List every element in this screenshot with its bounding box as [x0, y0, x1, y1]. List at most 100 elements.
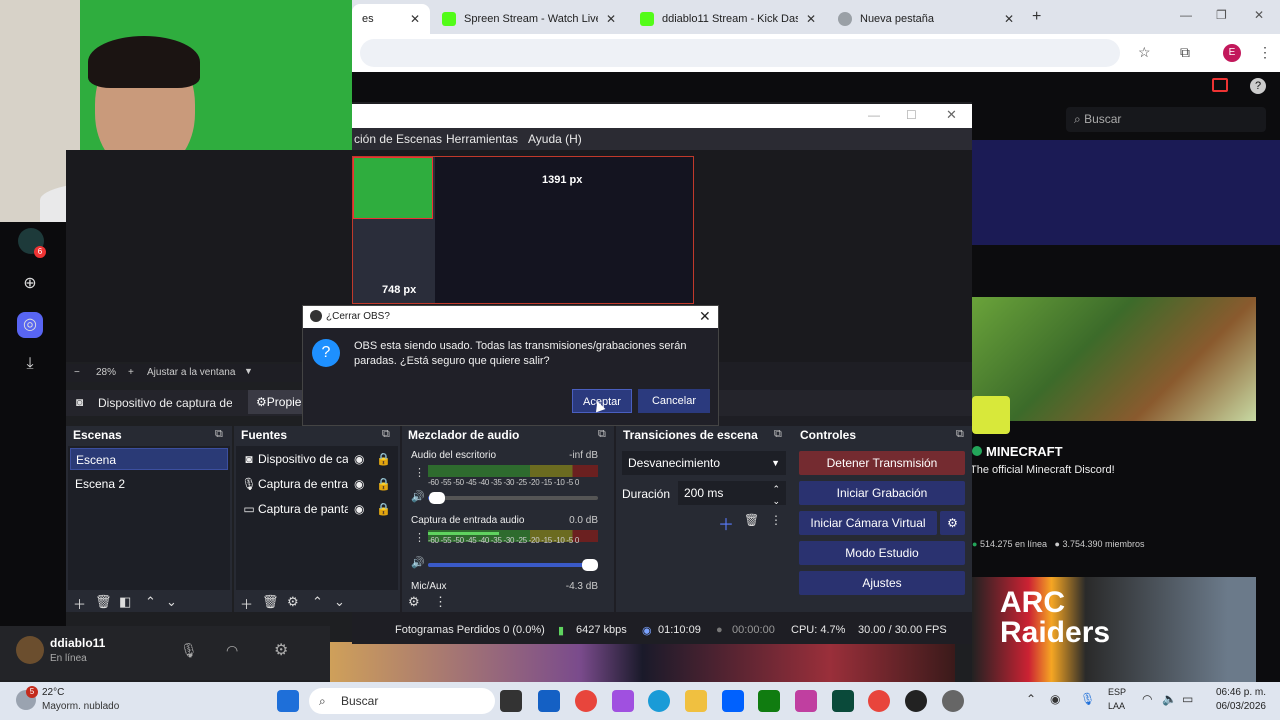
cast-icon[interactable]: [1212, 78, 1228, 92]
dropbox-icon[interactable]: [722, 690, 744, 712]
help-icon[interactable]: ?: [1250, 78, 1266, 94]
obs-minimize-icon[interactable]: —: [868, 108, 880, 122]
chrome-icon[interactable]: [575, 690, 597, 712]
community-name[interactable]: MINECRAFT: [986, 444, 1063, 459]
tab-close-icon[interactable]: ✕: [806, 12, 816, 26]
scene-filters-icon[interactable]: ◧: [119, 594, 131, 610]
move-down-icon[interactable]: ⌄: [166, 594, 177, 610]
chevron-down-icon[interactable]: ▼: [244, 366, 253, 376]
preview-webcam-source[interactable]: [353, 157, 433, 219]
tab-close-icon[interactable]: ✕: [410, 12, 420, 26]
speaker-icon[interactable]: 🔊: [411, 556, 425, 569]
zoom-in-button[interactable]: +: [128, 367, 134, 378]
tray-app-icon[interactable]: ◉: [1050, 692, 1060, 706]
windows-start-icon[interactable]: [277, 690, 299, 712]
start-virtual-camera-button[interactable]: Iniciar Cámara Virtual: [799, 511, 937, 535]
undock-icon[interactable]: ⧉: [382, 428, 390, 441]
cancel-button[interactable]: Cancelar: [638, 389, 710, 413]
remove-transition-icon[interactable]: 🗑: [744, 513, 759, 527]
minecraft-cover-image[interactable]: [972, 297, 1256, 421]
edge-icon[interactable]: [648, 690, 670, 712]
bookmark-star-icon[interactable]: ☆: [1138, 44, 1151, 61]
xbox-icon[interactable]: [758, 690, 780, 712]
app-icon[interactable]: [832, 690, 854, 712]
undock-icon[interactable]: ⧉: [956, 428, 964, 441]
scene-item[interactable]: Escena 2: [70, 473, 228, 495]
visibility-eye-icon[interactable]: ◉: [354, 498, 364, 520]
copilot-icon[interactable]: [612, 690, 634, 712]
add-transition-icon[interactable]: ＋: [718, 511, 734, 535]
obs-close-icon[interactable]: ✕: [946, 107, 957, 123]
obs-preview-canvas[interactable]: [352, 156, 694, 304]
menu-tools[interactable]: Herramientas: [446, 132, 518, 146]
stream-thumbnails[interactable]: [330, 642, 955, 682]
undock-icon[interactable]: ⧉: [598, 428, 606, 441]
lock-icon[interactable]: 🔒: [376, 498, 391, 520]
scene-item[interactable]: Escena: [70, 448, 228, 470]
clock-time[interactable]: 06:46 p. m.: [1214, 687, 1266, 698]
taskbar-search[interactable]: ⌕ Buscar: [309, 688, 495, 714]
add-scene-icon[interactable]: ＋: [73, 594, 86, 613]
store-icon[interactable]: [538, 690, 560, 712]
close-window-icon[interactable]: ✕: [1254, 8, 1264, 22]
obs-icon[interactable]: [905, 690, 927, 712]
channel-menu-icon[interactable]: ⋮: [414, 531, 425, 544]
start-recording-button[interactable]: Iniciar Grabación: [799, 481, 965, 505]
source-item[interactable]: ◙ Dispositivo de cap ◉ 🔒: [240, 448, 395, 470]
studio-mode-button[interactable]: Modo Estudio: [799, 541, 965, 565]
stop-streaming-button[interactable]: Detener Transmisión: [799, 451, 965, 475]
tab-close-icon[interactable]: ✕: [606, 12, 616, 26]
browser-tab-active[interactable]: es ✕: [352, 4, 430, 34]
transition-select[interactable]: Desvanecimiento ▼: [622, 451, 786, 475]
microphone-icon[interactable]: 🎙: [180, 642, 198, 659]
transition-menu-icon[interactable]: ⋮: [770, 513, 782, 527]
user-avatar[interactable]: [16, 636, 44, 664]
menu-scene-collection[interactable]: ción de Escenas: [354, 132, 442, 146]
advanced-audio-gear-icon[interactable]: ⚙: [408, 594, 420, 610]
explore-icon[interactable]: ◎: [17, 312, 43, 338]
undock-icon[interactable]: ⧉: [774, 428, 782, 441]
duration-input[interactable]: 200 ms ⌃ ⌄: [678, 481, 786, 506]
channel-menu-icon[interactable]: ⋮: [414, 466, 425, 479]
volume-icon[interactable]: 🔈: [1162, 692, 1177, 706]
menu-help[interactable]: Ayuda (H): [528, 132, 582, 146]
stepper-down-icon[interactable]: ⌄: [772, 489, 780, 513]
move-up-icon[interactable]: ⌃: [312, 594, 323, 610]
new-tab-icon[interactable]: +: [1032, 8, 1041, 26]
settings-button[interactable]: Ajustes: [799, 571, 965, 595]
remove-source-icon[interactable]: 🗑: [262, 594, 279, 610]
headphones-icon[interactable]: ◠: [226, 642, 238, 659]
move-down-icon[interactable]: ⌄: [334, 594, 345, 610]
zoom-out-button[interactable]: −: [74, 367, 80, 378]
volume-knob[interactable]: [428, 492, 445, 504]
remove-scene-icon[interactable]: 🗑: [95, 594, 112, 610]
language-code[interactable]: ESP: [1108, 687, 1126, 697]
menu-kebab-icon[interactable]: ⋮: [1258, 44, 1272, 61]
download-icon[interactable]: ⤓: [19, 353, 41, 375]
settings-icon[interactable]: [942, 690, 964, 712]
address-bar[interactable]: [360, 39, 1120, 67]
browser-tab-new[interactable]: Nueva pestaña ✕: [828, 4, 1024, 34]
creative-cloud-icon[interactable]: [795, 690, 817, 712]
visibility-eye-icon[interactable]: ◉: [354, 448, 364, 470]
tab-close-icon[interactable]: ✕: [1004, 12, 1014, 26]
volume-knob[interactable]: [582, 559, 598, 571]
task-view-icon[interactable]: [500, 690, 522, 712]
extensions-icon[interactable]: ⧉: [1180, 44, 1190, 61]
volume-slider[interactable]: [428, 559, 598, 571]
add-icon[interactable]: ⊕: [19, 273, 41, 295]
lock-icon[interactable]: 🔒: [376, 473, 391, 495]
profile-avatar[interactable]: E: [1223, 44, 1241, 62]
battery-icon[interactable]: ▭: [1182, 692, 1193, 706]
minimize-icon[interactable]: —: [1180, 8, 1192, 22]
fit-to-window-button[interactable]: Ajustar a la ventana: [147, 367, 235, 378]
speaker-icon[interactable]: 🔊: [411, 490, 425, 503]
tray-chevron-icon[interactable]: ⌃: [1026, 692, 1036, 706]
tray-mic-icon[interactable]: 🎙: [1080, 692, 1095, 706]
properties-button[interactable]: ⚙Propie: [248, 390, 304, 414]
mixer-menu-icon[interactable]: ⋮: [434, 594, 447, 610]
settings-gear-icon[interactable]: ⚙: [274, 640, 288, 660]
virtual-camera-settings-gear-icon[interactable]: ⚙: [940, 511, 965, 535]
maximize-icon[interactable]: ❐: [1216, 8, 1227, 22]
lock-icon[interactable]: 🔒: [376, 448, 391, 470]
